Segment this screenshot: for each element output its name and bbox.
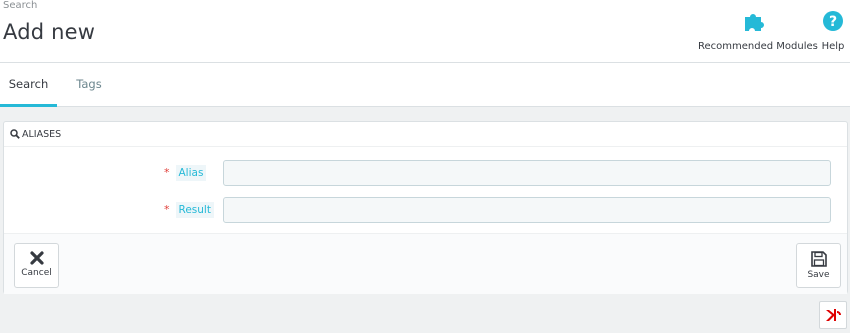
save-button[interactable]: Save <box>796 243 841 288</box>
recommended-modules-button[interactable]: Recommended Modules <box>698 10 818 52</box>
search-icon <box>10 129 20 139</box>
help-label: Help <box>821 41 845 52</box>
result-input[interactable] <box>223 197 831 223</box>
page-header: Search Add new Recommended Modules ? Hel… <box>0 0 850 63</box>
tab-bar: Search Tags <box>0 63 850 107</box>
brand-logo-icon <box>826 309 841 321</box>
brand-logo[interactable] <box>819 301 847 329</box>
puzzle-icon <box>745 14 764 31</box>
required-marker: * <box>164 203 170 216</box>
result-label: * Result <box>164 202 214 218</box>
cancel-button[interactable]: Cancel <box>14 243 59 288</box>
floppy-disk-icon <box>810 251 827 267</box>
page-title: Add new <box>3 20 96 44</box>
recommended-modules-label: Recommended Modules <box>698 41 818 52</box>
result-label-text: Result <box>175 202 214 218</box>
required-marker: * <box>164 166 170 179</box>
alias-label-text: Alias <box>175 165 207 181</box>
tab-tags[interactable]: Tags <box>64 63 114 107</box>
close-icon <box>29 251 44 265</box>
panel-heading-label: ALIASES <box>22 129 62 140</box>
svg-text:?: ? <box>829 14 837 30</box>
save-label: Save <box>807 270 830 280</box>
alias-label: * Alias <box>164 165 207 181</box>
help-circle-icon: ? <box>823 11 843 31</box>
aliases-panel: ALIASES * Alias * Result Cancel Save <box>3 121 848 294</box>
panel-footer: Cancel Save <box>4 233 847 294</box>
panel-heading: ALIASES <box>4 122 847 147</box>
tab-search[interactable]: Search <box>0 63 57 107</box>
cancel-label: Cancel <box>21 268 52 278</box>
alias-input[interactable] <box>223 160 831 186</box>
breadcrumb[interactable]: Search <box>3 0 37 11</box>
help-button[interactable]: ? Help <box>818 10 848 52</box>
